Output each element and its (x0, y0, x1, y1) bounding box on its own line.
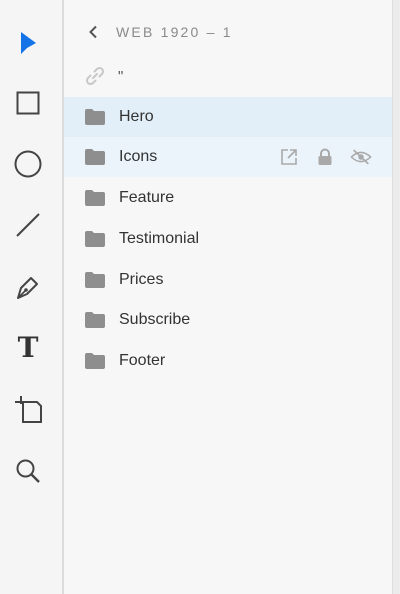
rectangle-icon (16, 91, 40, 115)
export-icon[interactable] (278, 146, 300, 168)
layer-label: Footer (119, 352, 166, 369)
artboard-title: WEB 1920 – 1 (116, 24, 233, 40)
artboard-icon (15, 396, 42, 423)
layer-label: Prices (119, 271, 164, 288)
link-row: " (64, 58, 392, 94)
layer-label: Hero (119, 108, 154, 125)
layer-label: Subscribe (119, 311, 191, 328)
layer-row-icons[interactable]: Icons (64, 137, 392, 177)
link-icon (84, 65, 106, 87)
layer-row-feature[interactable]: Feature (64, 178, 392, 218)
layer-row-prices[interactable]: Prices (64, 260, 392, 300)
zoom-tool[interactable] (9, 452, 47, 490)
text-t-icon: T (17, 330, 39, 364)
panel-scroll-edge (392, 0, 400, 594)
pointer-arrow-icon (21, 32, 36, 54)
circle-icon (14, 150, 42, 178)
folder-icon (84, 271, 106, 289)
folder-icon (84, 189, 106, 207)
tool-bar: T (0, 0, 64, 594)
chevron-left-icon (89, 25, 97, 39)
folder-icon (84, 230, 106, 248)
layer-label: Icons (119, 148, 158, 165)
line-tool[interactable] (9, 206, 47, 244)
pen-icon (17, 277, 38, 299)
pen-tool[interactable] (9, 268, 47, 306)
rectangle-tool[interactable] (9, 84, 47, 122)
magnifier-icon (16, 459, 40, 483)
folder-icon (84, 148, 106, 166)
layer-row-subscribe[interactable]: Subscribe (64, 300, 392, 340)
link-label: " (118, 67, 124, 85)
app-window: T WEB 1920 – 1 " Hero Icons Feature Test… (0, 0, 400, 594)
layer-label: Feature (119, 189, 175, 206)
folder-icon (84, 311, 106, 329)
hide-eye-icon[interactable] (350, 146, 372, 168)
folder-icon (84, 352, 106, 370)
layers-panel: WEB 1920 – 1 " Hero Icons Feature Testim… (64, 0, 392, 594)
text-tool[interactable]: T (9, 328, 47, 366)
line-icon (16, 213, 40, 237)
layer-row-footer[interactable]: Footer (64, 341, 392, 381)
row-actions (278, 137, 372, 177)
artboard-tool[interactable] (9, 390, 47, 428)
layer-row-testimonial[interactable]: Testimonial (64, 219, 392, 259)
select-tool[interactable] (9, 24, 47, 62)
lock-icon[interactable] (314, 146, 336, 168)
ellipse-tool[interactable] (9, 145, 47, 183)
back-button[interactable] (82, 20, 106, 44)
layer-label: Testimonial (119, 230, 200, 247)
folder-icon (84, 108, 106, 126)
layer-row-hero[interactable]: Hero (64, 97, 392, 137)
artboard-header: WEB 1920 – 1 (64, 14, 392, 50)
